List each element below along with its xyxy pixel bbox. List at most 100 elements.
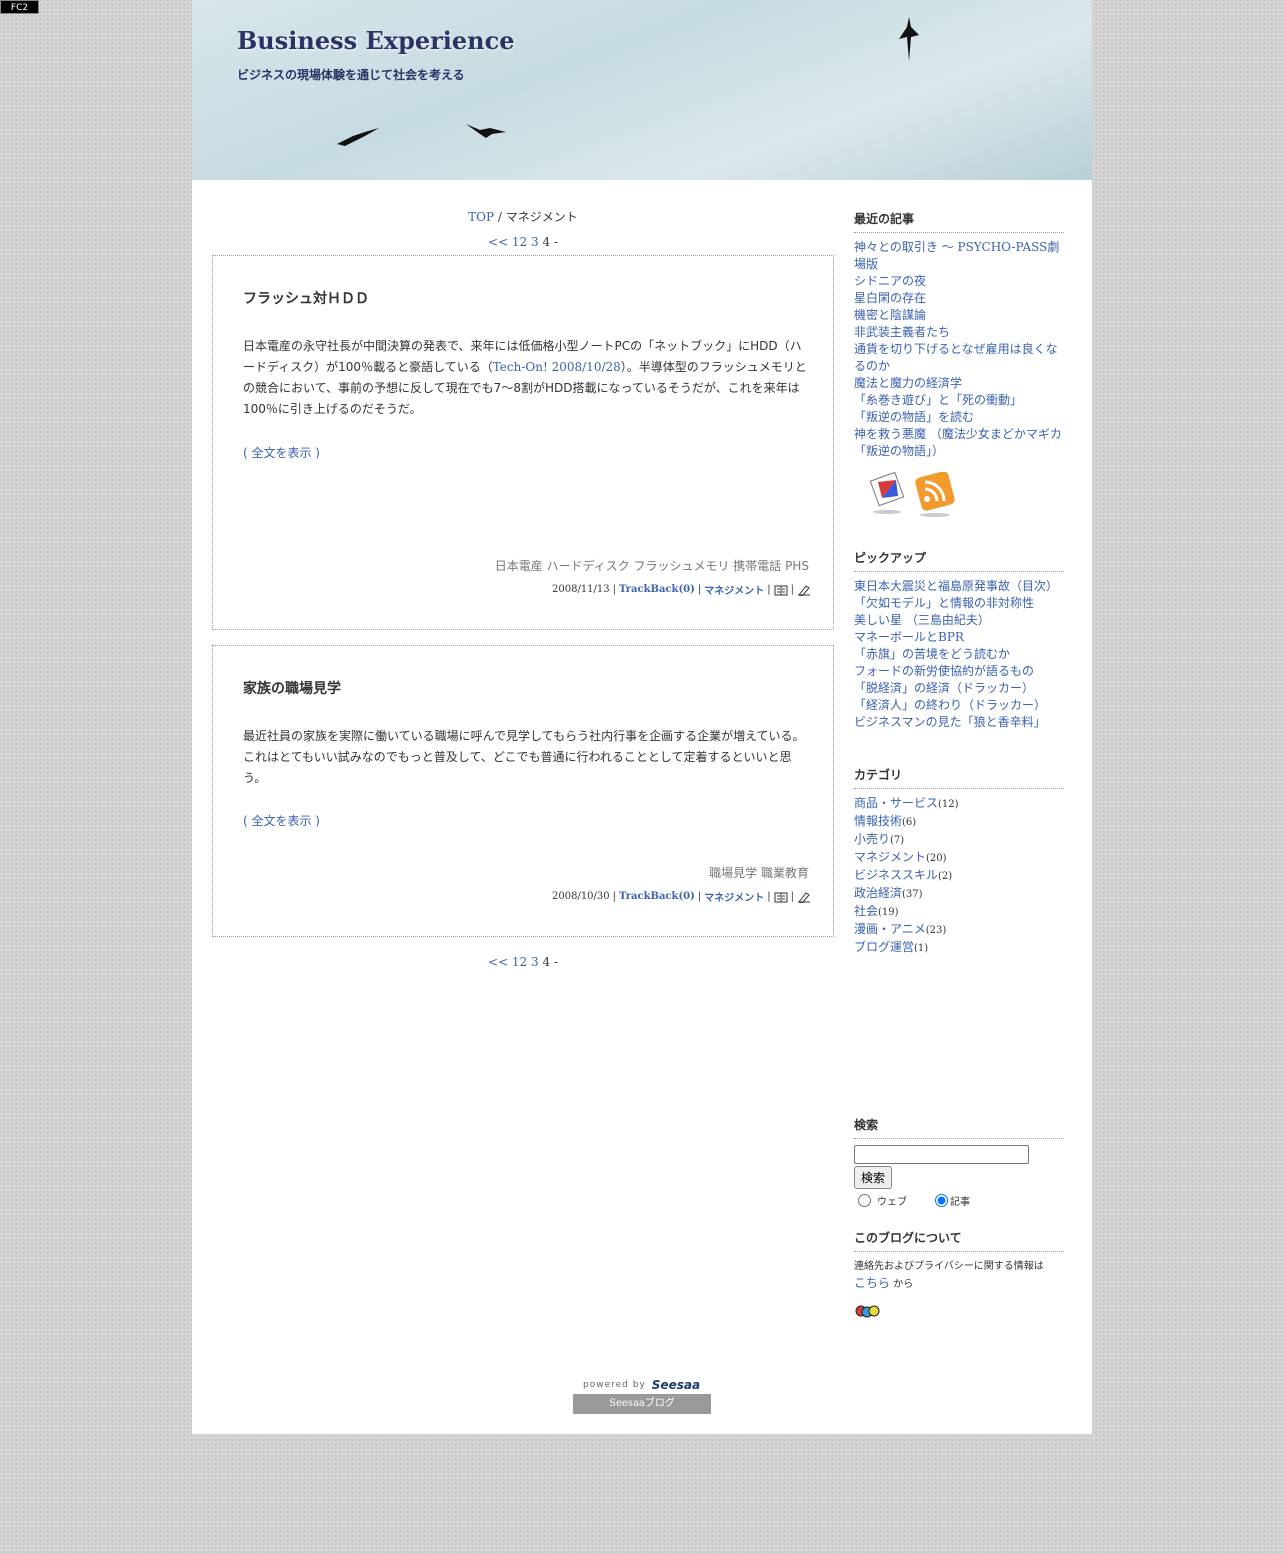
category-item-link[interactable]: 漫画・アニメ <box>854 922 926 936</box>
category-count: (7) <box>890 835 905 846</box>
entry-date: 2008/11/13 <box>552 584 610 595</box>
fc2-badge[interactable]: FC2 <box>0 0 39 14</box>
entry-meta: 2008/10/30 | TrackBack(0) | マネジメント | | <box>552 889 811 904</box>
search-block: 検索 検索 ウェブ 記事 <box>854 1116 1064 1208</box>
search-input[interactable] <box>854 1145 1029 1164</box>
blog-title[interactable]: Business Experience <box>237 26 514 55</box>
trackback-link[interactable]: TrackBack(0) <box>619 584 695 595</box>
category-item-link[interactable]: ブログ運営 <box>854 940 914 954</box>
bird-icon <box>899 17 919 61</box>
recent-articles-heading: 最近の記事 <box>854 210 1064 233</box>
bookmark-icon[interactable] <box>774 584 788 596</box>
meta-separator: | <box>767 891 771 902</box>
rss-icon[interactable] <box>914 472 956 518</box>
trackback-link[interactable]: TrackBack(0) <box>619 891 695 902</box>
search-scope: ウェブ 記事 <box>854 1193 1064 1208</box>
pickup-link[interactable]: 「赤旗」の苦境をどう読むか <box>854 647 1010 661</box>
colored-circles-icon[interactable] <box>854 1303 882 1319</box>
search-heading: 検索 <box>854 1116 1064 1139</box>
entry-date: 2008/10/30 <box>552 891 610 902</box>
recent-article-link[interactable]: 「糸巻き遊び」と「死の衝動」 <box>854 393 1022 407</box>
search-button[interactable]: 検索 <box>854 1166 893 1189</box>
search-web-radio[interactable] <box>858 1194 871 1207</box>
pickup-block: ピックアップ 東日本大震災と福島原発事故（目次） 「欠如モデル」と情報の非対称性… <box>854 549 1064 731</box>
entry-title[interactable]: 家族の職場見学 <box>243 678 341 698</box>
category-item-link[interactable]: 小売り <box>854 832 890 846</box>
about-suffix: から <box>893 1279 914 1290</box>
category-heading: カテゴリ <box>854 766 1064 789</box>
pager-prev-link[interactable]: << <box>488 955 508 969</box>
pickup-link[interactable]: ビジネスマンの見た「狼と香辛料」 <box>854 715 1046 729</box>
recent-article-link[interactable]: 非武装主義者たち <box>854 325 950 339</box>
category-count: (1) <box>914 943 929 954</box>
blog-entry: フラッシュ対ＨＤＤ 日本電産の永守社長が中間決算の発表で、来年には低価格小型ノー… <box>212 255 834 630</box>
read-more-link[interactable]: ( 全文を表示 ) <box>243 812 320 829</box>
breadcrumb-separator: / <box>497 210 502 224</box>
category-link[interactable]: マネジメント <box>704 582 764 597</box>
pager-current: 4 <box>542 235 551 249</box>
entry-body: 日本電産の永守社長が中間決算の発表で、来年には低価格小型ノートPCの「ネットブッ… <box>243 336 809 420</box>
category-link[interactable]: マネジメント <box>704 889 764 904</box>
edit-pen-icon[interactable] <box>797 584 811 596</box>
pickup-link[interactable]: 「欠如モデル」と情報の非対称性 <box>854 596 1034 610</box>
recent-article-link[interactable]: 魔法と魔力の経済学 <box>854 376 962 390</box>
powered-by-banner[interactable]: powered by Seesaa <box>573 1376 711 1394</box>
footer: powered by Seesaa Seesaaブログ <box>573 1376 711 1414</box>
meta-separator: | <box>790 891 794 902</box>
category-item-link[interactable]: ビジネススキル <box>854 868 938 882</box>
breadcrumb-top-link[interactable]: TOP <box>468 210 494 224</box>
pickup-link[interactable]: 東日本大震災と福島原発事故（目次） <box>854 579 1058 593</box>
pager-prev-link[interactable]: << <box>488 235 508 249</box>
pager-bottom: << 12 3 4 - <box>212 949 834 975</box>
about-block: このブログについて 連絡先およびプライバシーに関する情報は こちら から <box>854 1229 1064 1323</box>
pickup-link[interactable]: マネーボールとBPR <box>854 630 964 644</box>
about-link[interactable]: こちら <box>854 1276 890 1290</box>
about-heading: このブログについて <box>854 1229 1064 1252</box>
bird-icon <box>337 128 379 146</box>
bookmark-feed-icon[interactable] <box>868 472 906 516</box>
entry-body-link[interactable]: Tech-On! 2008/10/28 <box>493 360 621 374</box>
pickup-link[interactable]: 「経済人」の終わり（ドラッカー） <box>854 698 1046 712</box>
pickup-link[interactable]: フォードの新労使協約が語るもの <box>854 664 1034 678</box>
recent-article-link[interactable]: 星白閑の存在 <box>854 291 926 305</box>
pager-page-link[interactable]: 1 <box>512 955 520 969</box>
recent-article-link[interactable]: 機密と陰謀論 <box>854 308 926 322</box>
category-count: (2) <box>938 871 953 882</box>
pager-page-link[interactable]: 2 <box>520 235 528 249</box>
category-item-link[interactable]: 商品・サービス <box>854 796 938 810</box>
pickup-heading: ピックアップ <box>854 549 1064 572</box>
search-web-label: ウェブ <box>877 1197 907 1208</box>
category-item-link[interactable]: マネジメント <box>854 850 926 864</box>
meta-separator: | <box>612 584 617 595</box>
search-article-radio[interactable] <box>935 1194 948 1207</box>
page-container: Business Experience ビジネスの現場体験を通じて社会を考える … <box>192 0 1092 1434</box>
pager-page-link[interactable]: 3 <box>531 235 539 249</box>
pager-tail: - <box>553 235 559 249</box>
category-item-link[interactable]: 情報技術 <box>854 814 902 828</box>
category-count: (23) <box>925 925 947 936</box>
blog-tagline: ビジネスの現場体験を通じて社会を考える <box>237 68 465 82</box>
powered-by-text: powered by <box>583 1380 646 1390</box>
category-item-link[interactable]: 社会 <box>854 904 878 918</box>
pager-page-link[interactable]: 1 <box>512 235 520 249</box>
recent-article-link[interactable]: 「叛逆の物語」を読む <box>854 410 974 424</box>
entry-title[interactable]: フラッシュ対ＨＤＤ <box>243 288 369 308</box>
edit-pen-icon[interactable] <box>797 891 811 903</box>
category-item-link[interactable]: 政治経済 <box>854 886 902 900</box>
breadcrumb: TOP / マネジメント <box>212 205 834 229</box>
category-count: (37) <box>902 889 923 900</box>
pager-page-link[interactable]: 3 <box>531 955 539 969</box>
seesaa-blog-button[interactable]: Seesaaブログ <box>573 1394 711 1414</box>
pickup-link[interactable]: 「脱経済」の経済（ドラッカー） <box>854 681 1034 695</box>
main-content: TOP / マネジメント << 12 3 4 - フラッシュ対ＨＤＤ 日本電産の… <box>212 205 834 975</box>
recent-article-link[interactable]: 神を救う悪魔 （魔法少女まどかマギカ「叛逆の物語」） <box>854 427 1062 458</box>
pager-page-link[interactable]: 2 <box>520 955 528 969</box>
pickup-link[interactable]: 美しい星 （三島由紀夫） <box>854 613 990 627</box>
read-more-link[interactable]: ( 全文を表示 ) <box>243 444 320 461</box>
recent-article-link[interactable]: シドニアの夜 <box>854 274 926 288</box>
meta-separator: | <box>790 584 794 595</box>
recent-article-link[interactable]: 神々との取引き ～ PSYCHO-PASS劇場版 <box>854 240 1059 271</box>
feed-icons <box>868 472 1064 518</box>
bookmark-icon[interactable] <box>774 891 788 903</box>
recent-article-link[interactable]: 通貨を切り下げるとなぜ雇用は良くなるのか <box>854 342 1058 373</box>
